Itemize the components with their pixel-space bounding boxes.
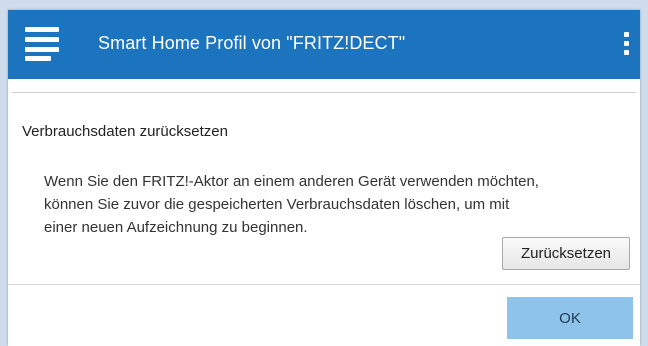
dialog-header: Smart Home Profil von "FRITZ!DECT": [8, 10, 640, 79]
section-description: Wenn Sie den FRITZ!-Aktor an einem ander…: [44, 170, 644, 239]
vertical-dots-icon[interactable]: [621, 32, 633, 58]
dialog-title: Smart Home Profil von "FRITZ!DECT": [98, 33, 406, 53]
hamburger-menu-icon[interactable]: [25, 27, 59, 61]
description-line: Wenn Sie den FRITZ!-Aktor an einem ander…: [44, 173, 539, 190]
description-line: einer neuen Aufzeichnung zu beginnen.: [44, 219, 308, 236]
reset-button[interactable]: Zurücksetzen: [502, 237, 630, 270]
ok-button[interactable]: OK: [507, 297, 633, 339]
profile-dialog: Smart Home Profil von "FRITZ!DECT" Verbr…: [8, 10, 640, 346]
section-heading: Verbrauchsdaten zurücksetzen: [22, 123, 228, 140]
top-divider: [12, 92, 636, 93]
description-line: können Sie zuvor die gespeicherten Verbr…: [44, 196, 510, 213]
footer-divider: [8, 284, 640, 285]
